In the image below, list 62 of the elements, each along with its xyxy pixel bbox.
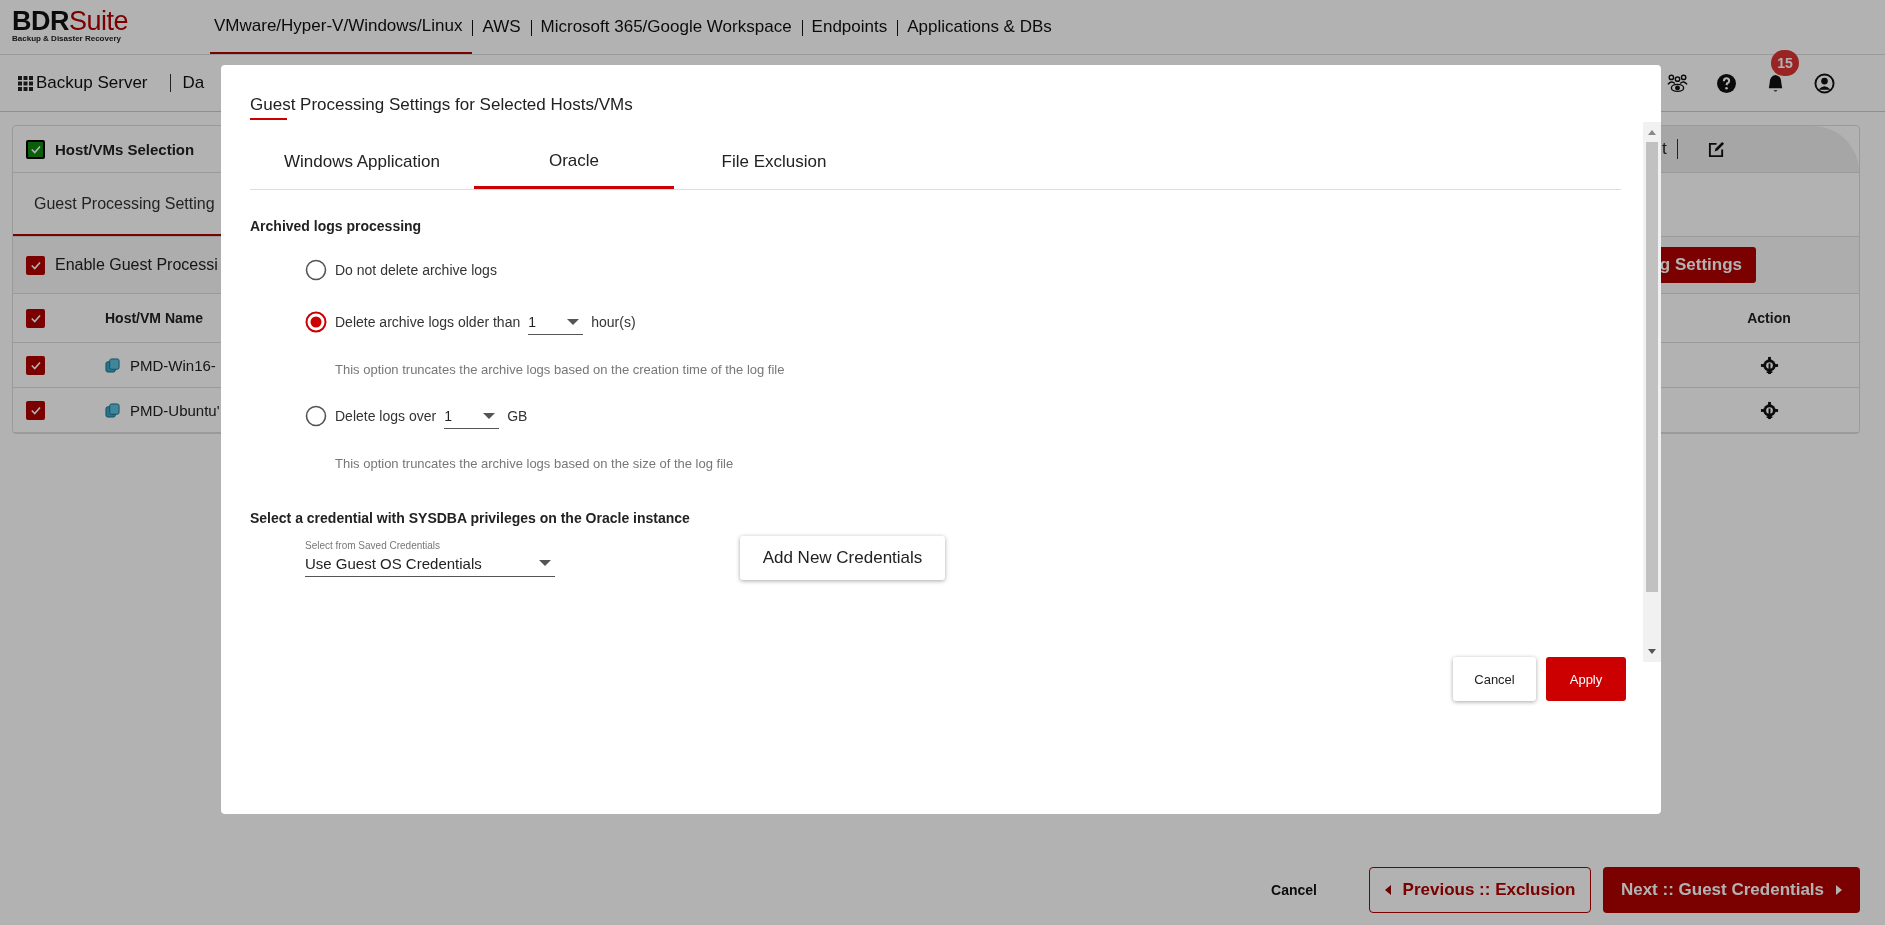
caret-icon [539,560,551,566]
edit-icon[interactable] [1707,140,1725,158]
apply-button[interactable]: Apply [1546,657,1626,701]
scrollbar[interactable] [1643,122,1661,662]
table-cell: PMD-Win16- [130,356,216,374]
checkbox-label: Enable Guest Processi [55,256,218,274]
checkbox[interactable] [26,400,45,420]
option-label: Delete logs over [335,408,437,424]
backup-server-menu[interactable]: Backup Server [18,73,148,93]
column-header: Action [1746,310,1792,326]
option-label: Do not delete archive logs [335,262,497,278]
help-icon[interactable] [1716,72,1737,94]
nav-tab[interactable]: Endpoints [801,0,898,54]
hint-text: This option truncates the archive logs based on the size of the log file [334,454,735,473]
radio-button[interactable] [305,259,327,281]
toolbar-link[interactable]: Da [169,74,205,92]
column-header: Host/VM Name [105,310,204,326]
radio-button[interactable] [305,311,327,333]
add-credentials-button[interactable]: Add New Credentials [740,536,945,580]
tab[interactable]: File Exclusion [674,135,874,189]
tab[interactable]: Oracle [474,135,674,189]
caret-icon [1384,885,1391,895]
hint-text: This option truncates the archive logs based on the creation time of the log file [334,360,786,379]
grid-icon [18,75,33,91]
vm-icon [105,402,120,418]
caret-icon [1836,885,1843,895]
checkbox[interactable] [26,255,45,275]
people-icon[interactable] [1667,72,1688,94]
step-title: Host/VMs Selection [55,140,195,158]
caret-icon [567,318,580,325]
user-icon[interactable] [1814,72,1835,94]
credentials-dropdown[interactable]: Select from Saved Credentials Use Guest OS Credentials [305,539,555,577]
cancel-link[interactable]: Cancel [1271,882,1317,898]
notification-badge: 15 [1771,49,1799,76]
section-heading: Archived logs processing [250,218,423,234]
unit-label: GB [507,408,528,424]
logo-tagline: Backup & Disaster Recovery [12,34,122,43]
logo-text: BDRSuite [12,8,130,34]
unit-label: hour(s) [591,314,636,330]
nav-tab[interactable]: AWS [472,0,531,54]
checkbox[interactable] [26,139,45,159]
dropdown[interactable]: 1 [444,403,500,429]
radio-button[interactable] [305,405,327,427]
checkbox[interactable] [26,355,45,375]
nav-tab[interactable]: Microsoft 365/Google Workspace [530,0,802,54]
table-cell: PMD-Ubuntu' [130,401,220,419]
option-label: Delete archive logs older than [335,314,521,330]
previous-button[interactable]: Previous :: Exclusion [1369,867,1591,913]
checkbox[interactable] [26,308,45,328]
dialog-title: Guest Processing Settings for Selected Hosts/VMs [250,95,633,115]
gear-icon[interactable] [1759,400,1779,420]
next-button[interactable]: Next :: Guest Credentials [1603,867,1860,913]
caret-icon [483,412,496,419]
section-heading: Select a credential with SYSDBA privileges on the Oracle instance [250,510,691,526]
cancel-button[interactable]: Cancel [1453,657,1536,701]
nav-tab[interactable]: VMware/Hyper-V/Windows/Linux [210,0,473,54]
tab[interactable]: Windows Application [250,135,474,189]
gear-icon[interactable] [1759,355,1779,375]
nav-tab[interactable]: Applications & DBs [897,0,1062,54]
vm-icon [105,357,120,373]
step-text: t [1662,139,1678,159]
dropdown[interactable]: 1 [528,309,584,335]
